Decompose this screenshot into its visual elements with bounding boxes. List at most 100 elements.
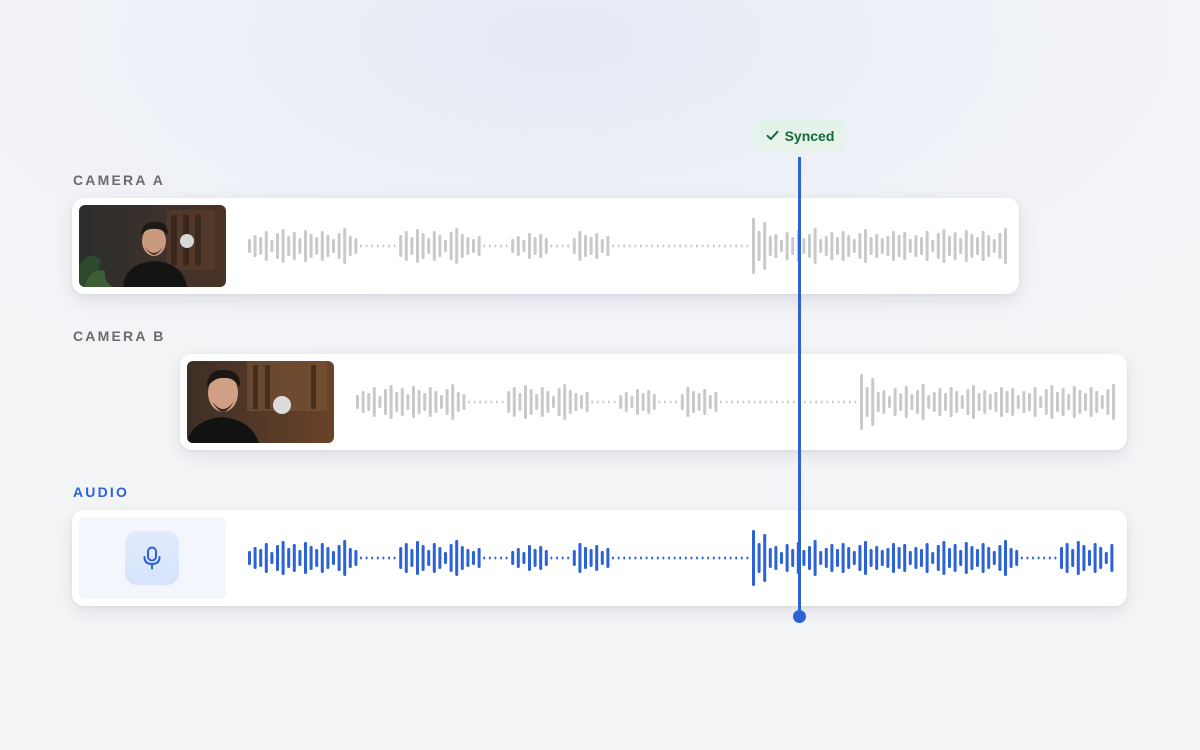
waveform-bar [337,233,341,259]
waveform-bar [824,236,828,256]
waveform-bar [524,385,527,419]
camera-b-thumbnail [187,361,334,443]
waveform-bar [468,400,470,404]
waveform-bar [259,549,263,567]
waveform-bar [836,237,839,255]
waveform-bar [490,400,493,404]
playhead-handle[interactable] [793,610,806,623]
waveform-bar [432,543,436,573]
waveform-bar [1020,556,1023,560]
waveform-bar [483,244,486,248]
waveform-bar [804,400,806,404]
audio-track[interactable] [72,510,1127,606]
camera-a-track[interactable] [72,198,1019,294]
waveform-bar [897,547,901,569]
waveform-bar [343,228,347,264]
waveform-bar [735,244,738,248]
waveform-bar [539,234,543,258]
waveform-bar [1016,395,1020,409]
waveform-bar [785,544,789,572]
waveform-bar [574,393,578,411]
waveform-bar [360,556,362,560]
waveform-bar [584,235,587,257]
waveform-bar [356,395,359,409]
waveform-bar [740,244,743,248]
waveform-bar [580,395,583,409]
waveform-bar [516,236,520,256]
waveform-bar [434,391,438,413]
waveform-bar [613,400,616,404]
waveform-bar [824,548,828,568]
waveform-bar [819,551,823,565]
waveform-bar [897,235,901,257]
waveform-bar [1084,393,1087,411]
waveform-bar [858,545,862,571]
waveform-bar [253,547,257,569]
camera-b-label: CAMERA B [73,328,166,344]
waveform-bar [309,234,313,258]
waveform-bar [908,239,912,253]
waveform-bar [981,543,985,573]
waveform-bar [1112,384,1115,420]
waveform-bar [617,556,620,560]
waveform-bar [944,393,947,411]
camera-b-waveform [356,374,1115,430]
waveform-bar [776,400,778,404]
waveform-bar [908,551,912,565]
camera-b-track[interactable] [180,354,1127,450]
waveform-bar [932,392,936,412]
waveform-bar [343,540,347,576]
waveform-bar [248,239,251,253]
waveform-bar [852,239,856,253]
waveform-bar [864,229,867,263]
check-icon [766,130,779,140]
waveform-bar [1061,388,1065,416]
waveform-bar [466,237,470,255]
waveform-bar [606,548,610,568]
waveform-bar [528,233,531,259]
waveform-bar [815,400,818,404]
waveform-bar [606,236,610,256]
waveform-bar [780,552,783,564]
waveform-bar [869,237,873,255]
waveform-bar [1028,393,1031,411]
waveform-bar [248,551,251,565]
waveform-bar [596,400,599,404]
waveform-bar [791,237,795,255]
waveform-bar [826,400,829,404]
waveform-bar [684,244,687,248]
waveform-bar [1095,391,1099,413]
waveform-bar [696,244,698,248]
waveform-bar [837,400,840,404]
waveform-bar [841,231,845,261]
waveform-bar [684,556,687,560]
waveform-bar [1009,548,1013,568]
waveform-bar [787,400,790,404]
waveform-bar [287,548,291,568]
waveform-bar [652,394,656,410]
waveform-bar [428,387,432,417]
waveform-bar [320,543,324,573]
waveform-bar [270,552,274,564]
waveform-bar [382,556,385,560]
waveform-bar [813,228,817,264]
waveform-bar [1015,550,1019,566]
waveform-bar [589,237,593,255]
waveform-bar [455,228,459,264]
waveform-bar [1104,552,1108,564]
waveform-bar [298,550,302,566]
playhead-line[interactable] [798,157,801,613]
waveform-bar [992,239,996,253]
audio-waveform [248,530,1114,586]
waveform-bar [953,544,957,572]
microphone-button[interactable] [125,531,179,585]
waveform-bar [550,556,553,560]
waveform-bar [690,244,693,248]
waveform-bar [809,400,812,404]
waveform-bar [792,400,795,404]
waveform-bar [440,395,443,409]
waveform-bar [365,244,368,248]
waveform-bar [416,541,419,575]
waveform-bar [714,392,718,412]
waveform-bar [724,556,726,560]
